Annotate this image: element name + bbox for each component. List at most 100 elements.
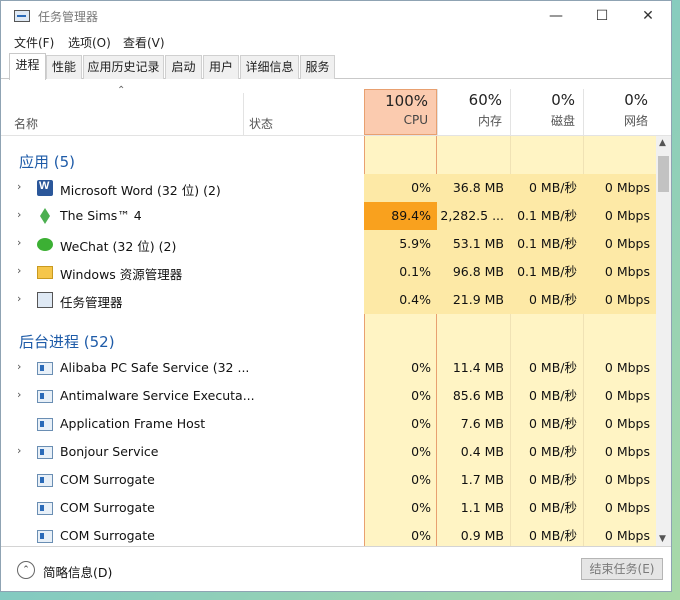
process-name: 任务管理器 <box>60 295 123 310</box>
network-cell: 0 Mbps <box>604 444 650 459</box>
service-icon <box>37 502 53 515</box>
tab-details[interactable]: 详细信息 <box>240 55 299 79</box>
section-title: 应用 (5) <box>19 153 76 171</box>
expand-chevron-icon[interactable]: › <box>17 360 21 373</box>
memory-cell: 96.8 MB <box>437 258 510 286</box>
network-label: 网络 <box>623 114 648 128</box>
network-cell: 0 Mbps <box>604 472 650 487</box>
menu-options[interactable]: 选项(O) <box>68 34 111 51</box>
expand-chevron-icon[interactable]: › <box>17 264 21 277</box>
memory-cell: 11.4 MB <box>452 360 504 375</box>
expand-chevron-icon[interactable]: › <box>17 180 21 193</box>
memory-cell: 85.6 MB <box>452 388 504 403</box>
process-name: COM Surrogate <box>60 500 155 515</box>
minimize-button[interactable]: — <box>533 1 579 31</box>
process-row[interactable]: Application Frame Host 0% 7.6 MB 0 MB/秒 0 Mb… <box>1 410 656 438</box>
process-name: WeChat (32 位) (2) <box>60 239 177 254</box>
scroll-down-icon[interactable]: ▼ <box>659 534 666 544</box>
task-manager-app-icon <box>14 10 30 22</box>
tab-users[interactable]: 用户 <box>203 55 239 79</box>
scroll-up-icon[interactable]: ▲ <box>659 138 666 148</box>
sims-icon <box>40 208 50 224</box>
disk-cell: 0 MB/秒 <box>510 174 583 202</box>
cpu-cell: 0% <box>411 472 431 487</box>
tab-startup[interactable]: 启动 <box>165 55 202 79</box>
process-name: Microsoft Word (32 位) (2) <box>60 183 221 198</box>
tab-processes[interactable]: 进程 <box>9 53 46 80</box>
menu-file[interactable]: 文件(F) <box>14 34 54 51</box>
network-cell: 0 Mbps <box>583 230 656 258</box>
expand-chevron-icon[interactable]: › <box>17 444 21 457</box>
cpu-cell: 0% <box>411 416 431 431</box>
cpu-cell: 0.4% <box>364 286 437 314</box>
service-icon <box>37 474 53 487</box>
title-bar[interactable]: 任务管理器 — ☐ ✕ <box>1 1 671 31</box>
memory-cell: 1.1 MB <box>460 500 504 515</box>
column-header-row: 名称 状态 100% CPU 60% 内存 0% 磁盘 0% 网络 <box>1 89 671 135</box>
expand-chevron-icon[interactable]: › <box>17 236 21 249</box>
scrollbar-thumb[interactable] <box>658 156 669 192</box>
cpu-cell: 0% <box>411 360 431 375</box>
process-name: Bonjour Service <box>60 444 159 459</box>
memory-label: 内存 <box>477 114 502 128</box>
word-icon <box>37 180 53 196</box>
expand-chevron-icon[interactable]: › <box>17 292 21 305</box>
network-cell: 0 Mbps <box>604 360 650 375</box>
maximize-button[interactable]: ☐ <box>579 1 625 31</box>
explorer-icon <box>37 266 53 279</box>
expand-chevron-icon[interactable]: › <box>17 208 21 221</box>
column-header-cpu[interactable]: 100% CPU <box>364 89 437 135</box>
task-manager-window: 任务管理器 — ☐ ✕ 文件(F) 选项(O) 查看(V) 进程 性能 应用历史… <box>0 0 672 592</box>
network-total-percent: 0% <box>624 91 648 109</box>
cpu-cell: 0% <box>411 388 431 403</box>
process-row[interactable]: › The Sims™ 4 89.4% 2,282.5 ... 0.1 MB/秒 0 Mb… <box>1 202 656 230</box>
service-icon <box>37 418 53 431</box>
menu-bar: 文件(F) 选项(O) 查看(V) <box>1 31 671 53</box>
disk-cell: 0.1 MB/秒 <box>510 258 583 286</box>
menu-view[interactable]: 查看(V) <box>123 34 165 51</box>
network-cell: 0 Mbps <box>604 416 650 431</box>
task-manager-icon <box>37 292 53 308</box>
vertical-scrollbar[interactable]: ▲ ▼ <box>656 136 671 546</box>
process-row[interactable]: COM Surrogate 0% 1.1 MB 0 MB/秒 0 Mbps <box>1 494 656 522</box>
disk-cell: 0.1 MB/秒 <box>510 230 583 258</box>
process-row[interactable]: › Bonjour Service 0% 0.4 MB 0 MB/秒 0 Mbps <box>1 438 656 466</box>
process-name: The Sims™ 4 <box>60 208 142 223</box>
cpu-cell: 89.4% <box>364 202 437 230</box>
process-row[interactable]: COM Surrogate 0% 1.7 MB 0 MB/秒 0 Mbps <box>1 466 656 494</box>
column-header-disk[interactable]: 0% 磁盘 <box>510 89 583 135</box>
end-task-button[interactable]: 结束任务(E) <box>581 558 663 580</box>
column-header-memory[interactable]: 60% 内存 <box>437 89 510 135</box>
network-cell: 0 Mbps <box>604 388 650 403</box>
column-header-name[interactable]: 名称 <box>14 115 38 132</box>
column-header-network[interactable]: 0% 网络 <box>583 89 656 135</box>
process-row[interactable]: › Microsoft Word (32 位) (2) 0%36.8 MB0 MB/… <box>1 174 656 202</box>
disk-cell: 0 MB/秒 <box>529 500 577 515</box>
process-list: ▲ ▼ 应用 (5)›Microsoft Word (32 位) (2)0%36… <box>1 135 671 546</box>
process-row[interactable]: › Alibaba PC Safe Service (32 ... 0% 11.4 M… <box>1 354 656 382</box>
process-row[interactable]: › Windows 资源管理器 0.1% 96.8 MB 0.1 MB/秒 0 Mbps <box>1 258 656 286</box>
memory-cell: 21.9 MB <box>437 286 510 314</box>
close-button[interactable]: ✕ <box>625 1 671 31</box>
network-cell: 0 Mbps <box>583 174 656 202</box>
process-name: Windows 资源管理器 <box>60 267 183 282</box>
tab-app-history[interactable]: 应用历史记录 <box>83 55 164 79</box>
process-row[interactable]: › 任务管理器 0.4% 21.9 MB 0 MB/秒 0 Mbps <box>1 286 656 314</box>
process-row[interactable]: › Antimalware Service Executa... 0% 85.6 MB… <box>1 382 656 410</box>
section-apps: 应用 (5) <box>1 144 656 172</box>
fewer-details-link[interactable]: 简略信息(D) <box>43 562 112 581</box>
cpu-cell: 0% <box>411 444 431 459</box>
collapse-icon[interactable]: ⌃ <box>17 561 35 579</box>
tab-services[interactable]: 服务 <box>300 55 335 79</box>
process-name: Application Frame Host <box>60 416 206 431</box>
column-header-status[interactable]: 状态 <box>249 115 273 132</box>
memory-cell: 2,282.5 ... <box>437 202 510 230</box>
expand-chevron-icon[interactable]: › <box>17 388 21 401</box>
process-name: Alibaba PC Safe Service (32 ... <box>60 360 250 375</box>
window-title: 任务管理器 <box>38 10 99 24</box>
disk-cell: 0 MB/秒 <box>529 360 577 375</box>
process-row[interactable]: › WeChat (32 位) (2) 5.9% 53.1 MB 0.1 MB/秒 0 M… <box>1 230 656 258</box>
tab-performance[interactable]: 性能 <box>46 55 82 79</box>
service-icon <box>37 390 53 403</box>
memory-cell: 53.1 MB <box>437 230 510 258</box>
